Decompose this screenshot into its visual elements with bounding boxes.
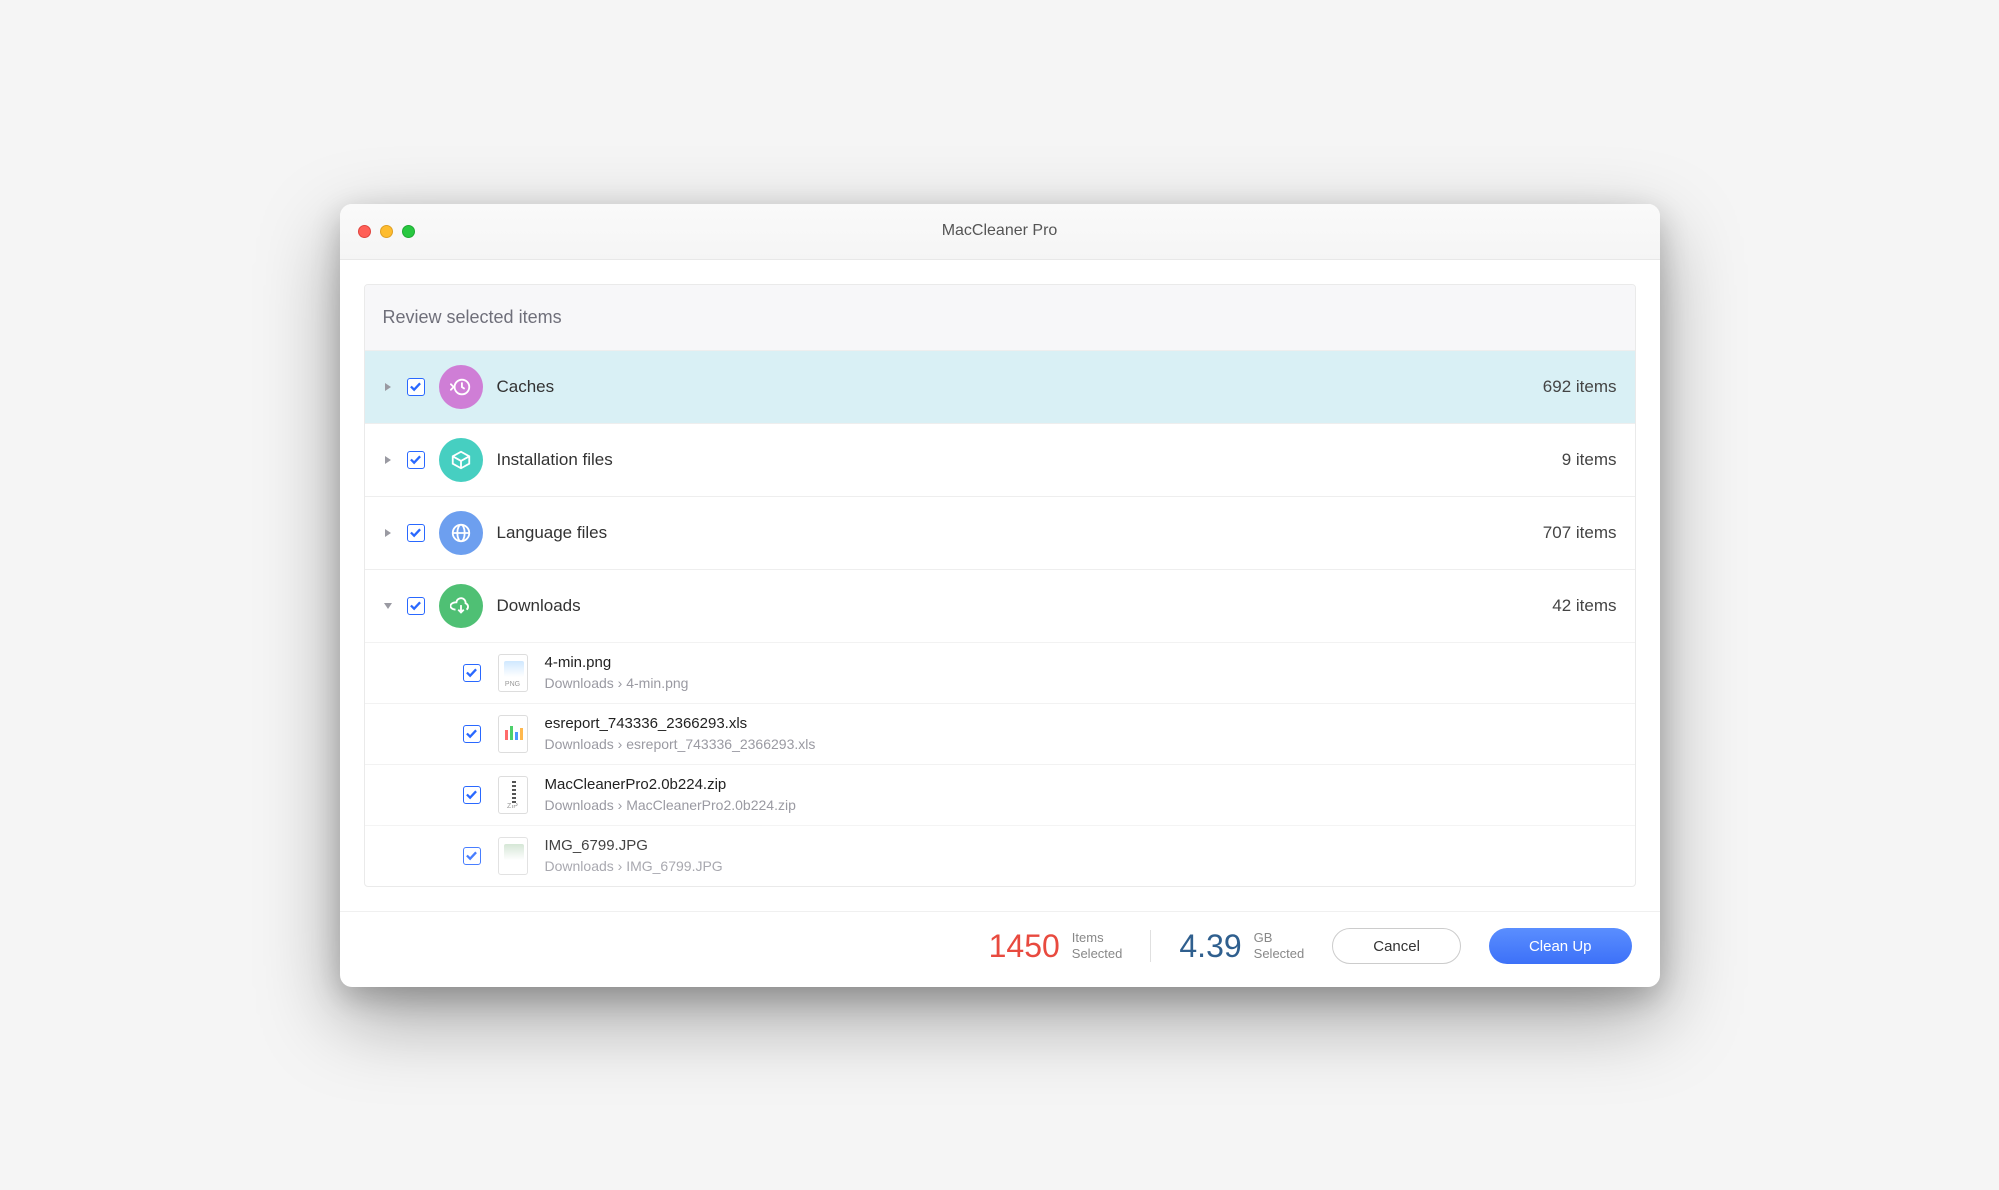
file-info: IMG_6799.JPG Downloads › IMG_6799.JPG — [545, 837, 723, 874]
download-icon — [439, 584, 483, 628]
checkbox-caches[interactable] — [407, 378, 425, 396]
stat-divider — [1150, 930, 1151, 962]
size-label: GB Selected — [1254, 930, 1305, 961]
file-name: MacCleanerPro2.0b224.zip — [545, 776, 796, 793]
file-row[interactable]: PNG 4-min.png Downloads › 4-min.png — [365, 642, 1635, 703]
close-window-button[interactable] — [358, 225, 371, 238]
panel-header: Review selected items — [365, 285, 1635, 350]
checkbox-downloads[interactable] — [407, 597, 425, 615]
disclosure-installation[interactable] — [383, 455, 393, 465]
category-label: Installation files — [497, 450, 613, 470]
category-count: 42 items — [1552, 596, 1616, 616]
file-info: 4-min.png Downloads › 4-min.png — [545, 654, 689, 691]
file-path: Downloads › MacCleanerPro2.0b224.zip — [545, 797, 796, 813]
category-count: 9 items — [1562, 450, 1617, 470]
disclosure-caches[interactable] — [383, 382, 393, 392]
box-icon — [439, 438, 483, 482]
png-file-icon: PNG — [495, 653, 531, 693]
file-path: Downloads › IMG_6799.JPG — [545, 858, 723, 874]
checkbox-file[interactable] — [463, 847, 481, 865]
checkbox-file[interactable] — [463, 786, 481, 804]
disclosure-downloads[interactable] — [383, 601, 393, 611]
file-name: esreport_743336_2366293.xls — [545, 715, 816, 732]
file-info: esreport_743336_2366293.xls Downloads › … — [545, 715, 816, 752]
category-row-downloads[interactable]: Downloads 42 items — [365, 569, 1635, 642]
maximize-window-button[interactable] — [402, 225, 415, 238]
checkbox-file[interactable] — [463, 664, 481, 682]
items-label: Items Selected — [1072, 930, 1123, 961]
checkbox-file[interactable] — [463, 725, 481, 743]
window-title: MacCleaner Pro — [340, 222, 1660, 240]
category-count: 692 items — [1543, 377, 1617, 397]
file-row[interactable]: ZIP MacCleanerPro2.0b224.zip Downloads ›… — [365, 764, 1635, 825]
category-row-language[interactable]: Language files 707 items — [365, 496, 1635, 569]
category-row-caches[interactable]: Caches 692 items — [365, 350, 1635, 423]
category-row-installation[interactable]: Installation files 9 items — [365, 423, 1635, 496]
disclosure-language[interactable] — [383, 528, 393, 538]
xls-file-icon — [495, 714, 531, 754]
zip-file-icon: ZIP — [495, 775, 531, 815]
file-path: Downloads › 4-min.png — [545, 675, 689, 691]
cancel-button[interactable]: Cancel — [1332, 928, 1461, 964]
size-selected-stat: 4.39 GB Selected — [1179, 928, 1304, 965]
footer: 1450 Items Selected 4.39 GB Selected Can… — [340, 911, 1660, 987]
globe-icon — [439, 511, 483, 555]
jpg-file-icon — [495, 836, 531, 876]
file-name: 4-min.png — [545, 654, 689, 671]
size-count: 4.39 — [1179, 928, 1241, 965]
category-label: Downloads — [497, 596, 581, 616]
history-icon — [439, 365, 483, 409]
category-list: Caches 692 items Installation files 9 — [365, 350, 1635, 886]
review-panel: Review selected items Caches 692 items — [364, 284, 1636, 887]
category-label: Caches — [497, 377, 555, 397]
file-path: Downloads › esreport_743336_2366293.xls — [545, 736, 816, 752]
minimize-window-button[interactable] — [380, 225, 393, 238]
category-label: Language files — [497, 523, 608, 543]
file-row[interactable]: IMG_6799.JPG Downloads › IMG_6799.JPG — [365, 825, 1635, 886]
app-window: MacCleaner Pro Review selected items Cac — [340, 204, 1660, 987]
file-row[interactable]: esreport_743336_2366293.xls Downloads › … — [365, 703, 1635, 764]
file-info: MacCleanerPro2.0b224.zip Downloads › Mac… — [545, 776, 796, 813]
category-count: 707 items — [1543, 523, 1617, 543]
content-area: Review selected items Caches 692 items — [340, 260, 1660, 911]
window-controls — [358, 225, 415, 238]
titlebar: MacCleaner Pro — [340, 204, 1660, 260]
checkbox-language[interactable] — [407, 524, 425, 542]
checkbox-installation[interactable] — [407, 451, 425, 469]
file-name: IMG_6799.JPG — [545, 837, 723, 854]
items-count: 1450 — [989, 928, 1060, 965]
items-selected-stat: 1450 Items Selected — [989, 928, 1123, 965]
cleanup-button[interactable]: Clean Up — [1489, 928, 1632, 964]
